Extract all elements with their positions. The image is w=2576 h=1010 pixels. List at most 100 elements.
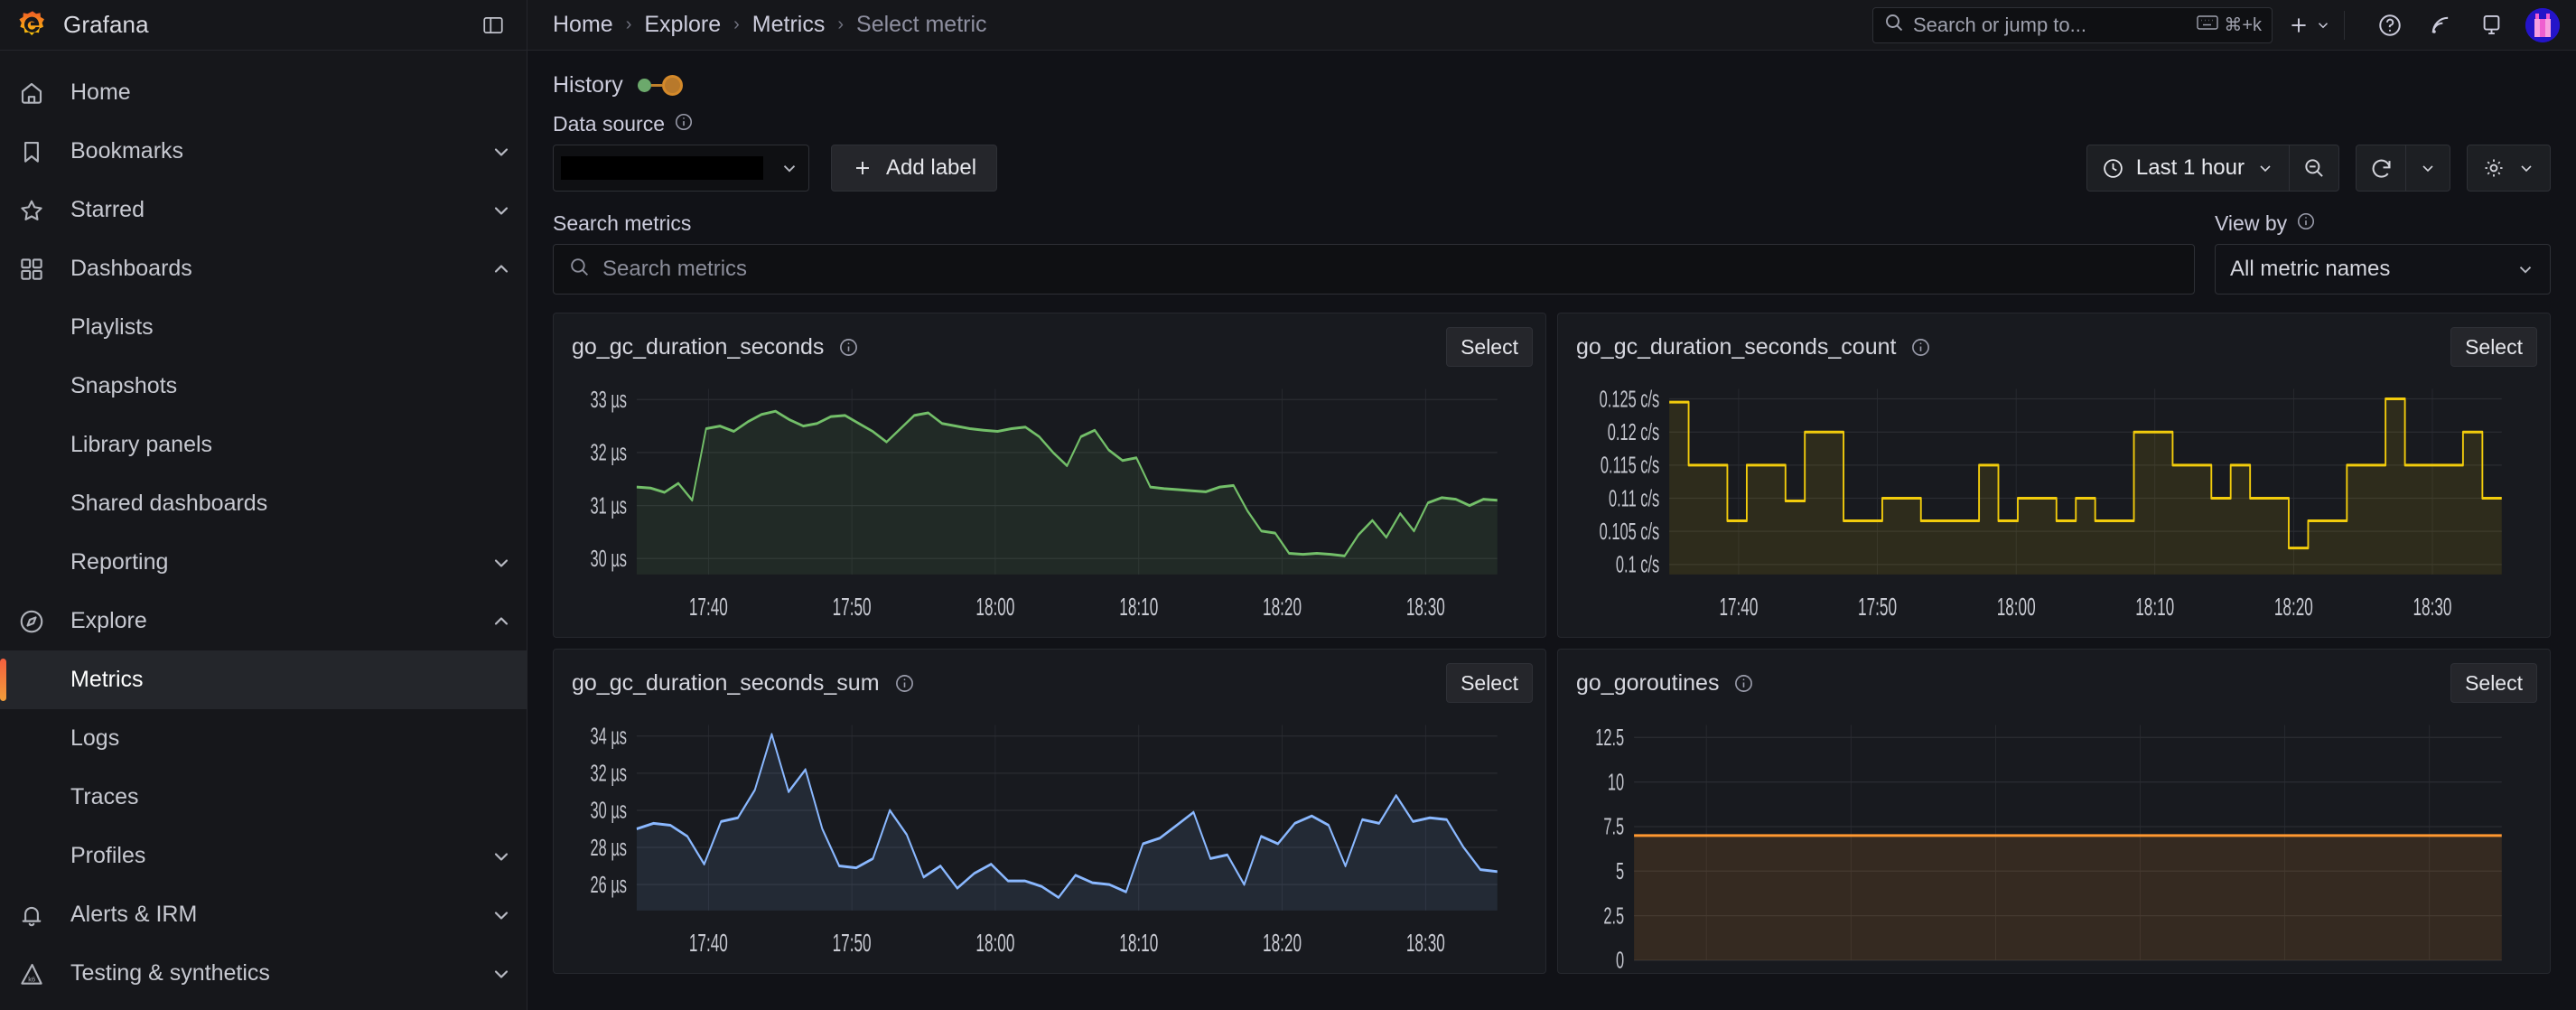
sidebar-item-library-panels[interactable]: Library panels bbox=[0, 416, 527, 474]
avatar[interactable] bbox=[2525, 7, 2560, 42]
refresh-interval-button[interactable] bbox=[2406, 145, 2450, 191]
chevron-down-icon[interactable] bbox=[490, 904, 512, 926]
datasource-select[interactable] bbox=[553, 145, 809, 192]
info-circle-icon[interactable] bbox=[674, 112, 694, 136]
info-circle-icon[interactable] bbox=[2296, 211, 2316, 236]
breadcrumb: Home › Explore › Metrics › Select metric bbox=[553, 12, 987, 38]
svg-text:0.12 c/s: 0.12 c/s bbox=[1608, 418, 1659, 445]
history-step-dot[interactable] bbox=[637, 78, 651, 92]
info-circle-icon[interactable] bbox=[1733, 673, 1754, 694]
time-range-button[interactable]: Last 1 hour bbox=[2087, 145, 2289, 191]
breadcrumb-item-0[interactable]: Home bbox=[553, 12, 613, 38]
global-search-input[interactable]: Search or jump to... ⌘+k bbox=[1872, 6, 2273, 43]
chevron-down-icon bbox=[2515, 259, 2535, 279]
sidebar-item-explore[interactable]: Explore bbox=[0, 592, 527, 650]
chevron-up-icon[interactable] bbox=[490, 611, 512, 632]
help-button[interactable] bbox=[2372, 7, 2408, 43]
sidebar-item-label: Snapshots bbox=[70, 373, 178, 398]
metric-panel: go_goroutines Select 0 2.5 5 7.5 10 12.5 bbox=[1557, 649, 2551, 974]
zoom-out-button[interactable] bbox=[2290, 145, 2338, 191]
time-range-label: Last 1 hour bbox=[2135, 155, 2245, 180]
panel-header: go_goroutines Select bbox=[1558, 650, 2550, 704]
sidebar-item-home[interactable]: Home bbox=[0, 63, 527, 122]
chevron-down-icon[interactable] bbox=[490, 552, 512, 574]
search-metrics-placeholder: Search metrics bbox=[602, 257, 748, 281]
svg-text:10: 10 bbox=[1608, 768, 1624, 795]
chevron-down-icon bbox=[779, 158, 799, 178]
time-controls: Last 1 hour bbox=[2086, 145, 2551, 192]
datasource-row: Data source Add label Last 1 hour bbox=[553, 107, 2551, 192]
svg-text:28 µs: 28 µs bbox=[591, 834, 627, 861]
svg-text:18:30: 18:30 bbox=[1406, 929, 1445, 957]
settings-button[interactable] bbox=[2468, 145, 2550, 191]
monitor-button[interactable] bbox=[2473, 7, 2509, 43]
metric-panel: go_gc_duration_seconds_count Select 0.1 … bbox=[1557, 313, 2551, 638]
info-circle-icon[interactable] bbox=[1910, 337, 1931, 358]
svg-text:32 µs: 32 µs bbox=[591, 439, 627, 466]
search-icon bbox=[568, 256, 591, 283]
grafana-logo-icon bbox=[16, 9, 49, 42]
sidebar-item-profiles[interactable]: Profiles bbox=[0, 827, 527, 885]
sidebar-item-metrics[interactable]: Metrics bbox=[0, 650, 527, 709]
select-metric-button[interactable]: Select bbox=[1446, 327, 1533, 367]
sidebar-item-bookmarks[interactable]: Bookmarks bbox=[0, 122, 527, 181]
sidebar-item-dashboards[interactable]: Dashboards bbox=[0, 239, 527, 298]
add-label-button[interactable]: Add label bbox=[831, 145, 998, 192]
sidebar-item-alerts-irm[interactable]: Alerts & IRM bbox=[0, 885, 527, 944]
chevron-down-icon[interactable] bbox=[490, 963, 512, 985]
search-metrics-row: Search metrics Search metrics View by Al… bbox=[553, 192, 2551, 295]
add-new-button[interactable] bbox=[2287, 7, 2331, 43]
chart-go_gc_duration_seconds[interactable]: 30 µs 31 µs 32 µs 33 µs 17:40 17:50 18:00 18:10… bbox=[559, 373, 1526, 633]
time-range-picker[interactable]: Last 1 hour bbox=[2086, 145, 2339, 192]
view-by-label-row: View by bbox=[2215, 211, 2551, 236]
sidebar-item-reporting[interactable]: Reporting bbox=[0, 533, 527, 592]
dock-menu-icon[interactable] bbox=[478, 10, 509, 41]
chevron-down-icon[interactable] bbox=[490, 846, 512, 867]
grafana-app: Grafana Home Bookmarks Starred Dashboard… bbox=[0, 0, 2576, 1010]
svg-text:2.5: 2.5 bbox=[1603, 902, 1624, 929]
refresh-picker[interactable] bbox=[2356, 145, 2450, 192]
chart-go_gc_duration_seconds_count[interactable]: 0.1 c/s 0.105 c/s 0.11 c/s 0.115 c/s 0.12 c/… bbox=[1563, 373, 2530, 633]
chart-go_gc_duration_seconds_sum[interactable]: 26 µs 28 µs 30 µs 32 µs 34 µs 17:40 17:50 18:00… bbox=[559, 709, 1526, 969]
sidebar-item-testing-synthetics[interactable]: k6 Testing & synthetics bbox=[0, 944, 527, 1003]
sidebar-item-logs[interactable]: Logs bbox=[0, 709, 527, 768]
sidebar-item-label: Dashboards bbox=[70, 256, 192, 281]
sidebar-nav: Home Bookmarks Starred Dashboards Playli… bbox=[0, 51, 527, 1003]
breadcrumb-item-1[interactable]: Explore bbox=[644, 12, 721, 38]
select-metric-button[interactable]: Select bbox=[2450, 327, 2537, 367]
info-circle-icon[interactable] bbox=[838, 337, 859, 358]
sidebar-item-traces[interactable]: Traces bbox=[0, 768, 527, 827]
select-metric-button[interactable]: Select bbox=[2450, 663, 2537, 703]
topbar-actions: Search or jump to... ⌘+k bbox=[1872, 6, 2560, 43]
chevron-up-icon[interactable] bbox=[490, 258, 512, 280]
chevron-down-icon[interactable] bbox=[490, 200, 512, 221]
breadcrumb-separator: › bbox=[733, 14, 740, 34]
info-circle-icon[interactable] bbox=[894, 673, 915, 694]
svg-text:k6: k6 bbox=[28, 975, 35, 983]
view-by-select[interactable]: All metric names bbox=[2215, 244, 2551, 295]
svg-text:30 µs: 30 µs bbox=[591, 545, 627, 572]
chart-go_goroutines[interactable]: 0 2.5 5 7.5 10 12.5 bbox=[1563, 709, 2530, 969]
breadcrumb-item-3: Select metric bbox=[856, 12, 987, 37]
panel-chart-body: 30 µs 31 µs 32 µs 33 µs 17:40 17:50 18:00 18:10… bbox=[554, 368, 1545, 637]
svg-text:18:30: 18:30 bbox=[2413, 593, 2452, 621]
news-button[interactable] bbox=[2422, 7, 2459, 43]
search-metrics-input[interactable]: Search metrics bbox=[553, 244, 2195, 295]
sidebar-item-snapshots[interactable]: Snapshots bbox=[0, 357, 527, 416]
breadcrumb-item-2[interactable]: Metrics bbox=[752, 12, 826, 38]
sidebar-item-label: Playlists bbox=[70, 314, 154, 340]
svg-text:18:00: 18:00 bbox=[1997, 593, 2036, 621]
sidebar-item-starred[interactable]: Starred bbox=[0, 181, 527, 239]
svg-text:17:40: 17:40 bbox=[689, 593, 728, 621]
svg-text:17:50: 17:50 bbox=[833, 929, 872, 957]
sidebar-item-shared-dashboards[interactable]: Shared dashboards bbox=[0, 474, 527, 533]
chevron-down-icon[interactable] bbox=[490, 141, 512, 163]
refresh-button[interactable] bbox=[2357, 145, 2405, 191]
history-stepper[interactable] bbox=[637, 74, 683, 96]
settings-picker[interactable] bbox=[2467, 145, 2551, 192]
sidebar-item-playlists[interactable]: Playlists bbox=[0, 298, 527, 357]
history-current-step[interactable] bbox=[661, 74, 683, 96]
select-metric-button[interactable]: Select bbox=[1446, 663, 1533, 703]
panel-title: go_gc_duration_seconds_sum bbox=[572, 669, 880, 696]
chart-area bbox=[1669, 398, 2502, 575]
